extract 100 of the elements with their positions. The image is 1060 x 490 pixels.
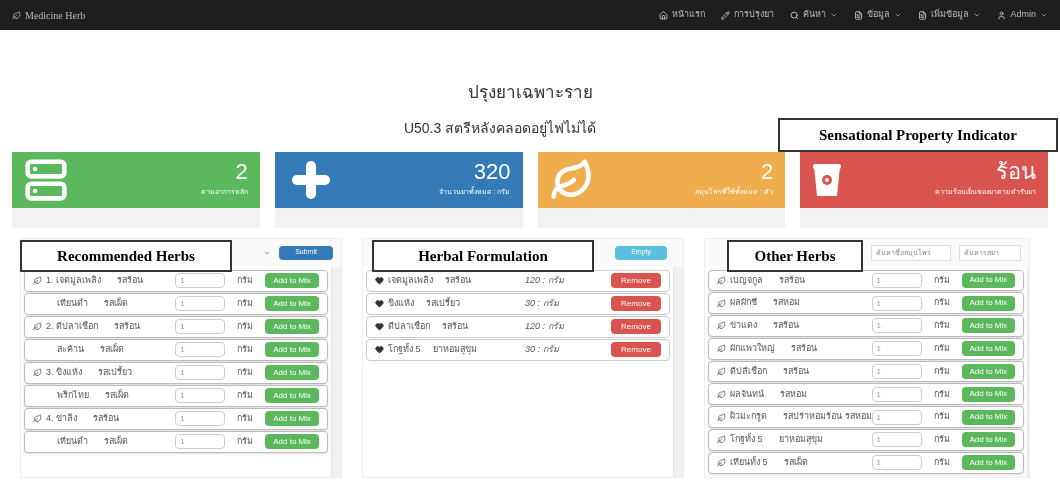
add-to-mix-button[interactable]: Add to Mix (961, 272, 1016, 288)
leaf-icon (12, 10, 21, 20)
heart-icon (375, 299, 384, 308)
nav-link[interactable]: เพิ่มข้อมูล (918, 8, 982, 22)
add-to-mix-button[interactable]: Add to Mix (265, 365, 319, 380)
bucket-icon (812, 161, 843, 198)
amount-field[interactable]: 1 (175, 273, 226, 288)
herb-taste: รสร้อน (779, 273, 805, 287)
add-to-mix-button[interactable]: Add to Mix (961, 295, 1016, 311)
add-to-mix-button[interactable]: Add to Mix (265, 296, 319, 311)
add-to-mix-button[interactable]: Add to Mix (265, 319, 319, 334)
unit-label: กรัม (932, 296, 951, 310)
amount-field[interactable]: 1 (175, 319, 226, 334)
nav-link[interactable]: Admin (997, 8, 1048, 22)
add-to-mix-button[interactable]: Add to Mix (265, 342, 319, 357)
nav-link[interactable]: หน้าแรก (659, 8, 706, 22)
add-to-mix-button[interactable]: Add to Mix (961, 386, 1016, 402)
add-to-mix-button[interactable]: Add to Mix (961, 432, 1016, 448)
herb-taste: รสเผ็ด (100, 342, 124, 356)
annotation-callout: Other Herbs (727, 240, 863, 272)
amount-field[interactable]: 1 (175, 342, 226, 357)
herb-taste: รสร้อน (114, 319, 140, 333)
server-icon (24, 157, 68, 202)
add-to-mix-button[interactable]: Add to Mix (265, 388, 319, 403)
home-icon (659, 10, 669, 20)
herb-name: ขิงแห้ง (388, 296, 414, 310)
amount-field[interactable]: 1 (871, 272, 922, 288)
amount-field[interactable]: 1 (871, 409, 922, 425)
search-icon (790, 10, 800, 20)
nav-link[interactable]: ข้อมูล (854, 8, 903, 22)
heart-icon (375, 276, 384, 285)
leaf-icon (717, 344, 726, 354)
herb-name: เจตมูลเพลิง (388, 273, 433, 288)
herb-taste: รสเผ็ด (104, 434, 128, 448)
herb-taste: รสร้อน (442, 319, 469, 333)
remove-button[interactable]: Remove (611, 342, 661, 357)
amount-field[interactable]: 1 (871, 295, 922, 311)
amount-field[interactable]: 1 (175, 296, 226, 311)
nav-link[interactable]: ค้นหา (790, 8, 839, 22)
herb-taste: รสร้อน (93, 411, 119, 425)
diagnosis-title: U50.3 สตรีหลังคลอดอยู่ไฟไม่ได้ (403, 118, 597, 139)
unit-label: กรัม (932, 387, 951, 401)
unit-label: กรัม (236, 388, 255, 402)
unit-label: กรัม (236, 434, 255, 448)
unit-label: กรัม (236, 296, 255, 310)
unit-label: กรัม (932, 433, 951, 447)
add-to-mix-button[interactable]: Add to Mix (265, 273, 319, 288)
herb-taste: รสร้อน (783, 364, 809, 378)
scrollbar[interactable] (331, 266, 341, 477)
unit-label: กรัม (236, 342, 255, 356)
herb-name: 1. เจตมูลเพลิง (46, 273, 101, 288)
herb-name: ผลจันทน์ (730, 387, 764, 401)
remove-button[interactable]: Remove (611, 319, 661, 334)
herb-name: ผลผักชี (730, 296, 757, 310)
amount-field[interactable]: 1 (871, 432, 922, 448)
herb-taste: รสเปรี้ยว (426, 296, 461, 310)
user-icon (997, 10, 1007, 20)
amount-field[interactable]: 1 (871, 318, 922, 334)
add-to-mix-button[interactable]: Add to Mix (961, 318, 1016, 334)
remove-button[interactable]: Remove (611, 296, 661, 311)
amount-field[interactable]: 1 (175, 388, 226, 403)
add-to-mix-button[interactable]: Add to Mix (265, 434, 319, 449)
herb-taste: รสเผ็ด (104, 296, 128, 310)
remove-button[interactable]: Remove (611, 273, 661, 288)
amount-field[interactable]: 1 (871, 364, 922, 379)
leaf-icon (717, 458, 726, 468)
unit-label: กรัม (932, 273, 951, 287)
add-to-mix-button[interactable]: Add to Mix (961, 364, 1016, 379)
amount-field[interactable]: 1 (871, 455, 922, 471)
leaf-icon (717, 412, 726, 422)
herb-taste: รสหอม (780, 387, 807, 401)
herb-name: เทียนดำ (57, 434, 88, 448)
nav-link[interactable]: การปรุงยา (721, 8, 775, 22)
herb-name: สะค้าน (57, 342, 84, 356)
add-to-mix-button[interactable]: Add to Mix (961, 409, 1016, 425)
herb-name: 4. ข่าลิง (46, 411, 77, 425)
heart-icon (375, 322, 384, 331)
amount-field[interactable]: 1 (175, 411, 226, 426)
amount-field[interactable]: 1 (871, 341, 922, 357)
unit-label: กรัม (236, 411, 255, 425)
stat-value: ร้อน (996, 161, 1036, 184)
leaf-icon (33, 322, 42, 331)
amount-field[interactable]: 1 (175, 434, 226, 449)
unit-label: กรัม (932, 364, 951, 378)
leaf-icon (717, 389, 726, 399)
unit-label: กรัม (236, 319, 255, 333)
herb-name: เบญจกูล (730, 273, 763, 288)
herb-name: พริกไทย (57, 388, 89, 402)
brand-link[interactable]: Medicine Herb (25, 7, 86, 23)
leaf-icon (717, 275, 726, 285)
annotation-callout: Sensational Property Indicator (778, 118, 1058, 152)
herb-taste: รสร้อน (117, 273, 143, 287)
amount-field[interactable]: 1 (871, 386, 922, 402)
scrollbar[interactable] (673, 266, 683, 477)
amount-field[interactable]: 1 (175, 365, 226, 380)
add-to-mix-button[interactable]: Add to Mix (265, 411, 319, 426)
add-to-mix-button[interactable]: Add to Mix (961, 341, 1016, 357)
herb-name: โกฐทั้ง 5 (730, 433, 763, 447)
add-to-mix-button[interactable]: Add to Mix (961, 455, 1016, 471)
herb-name: ดีปลาเชือก (388, 319, 430, 333)
